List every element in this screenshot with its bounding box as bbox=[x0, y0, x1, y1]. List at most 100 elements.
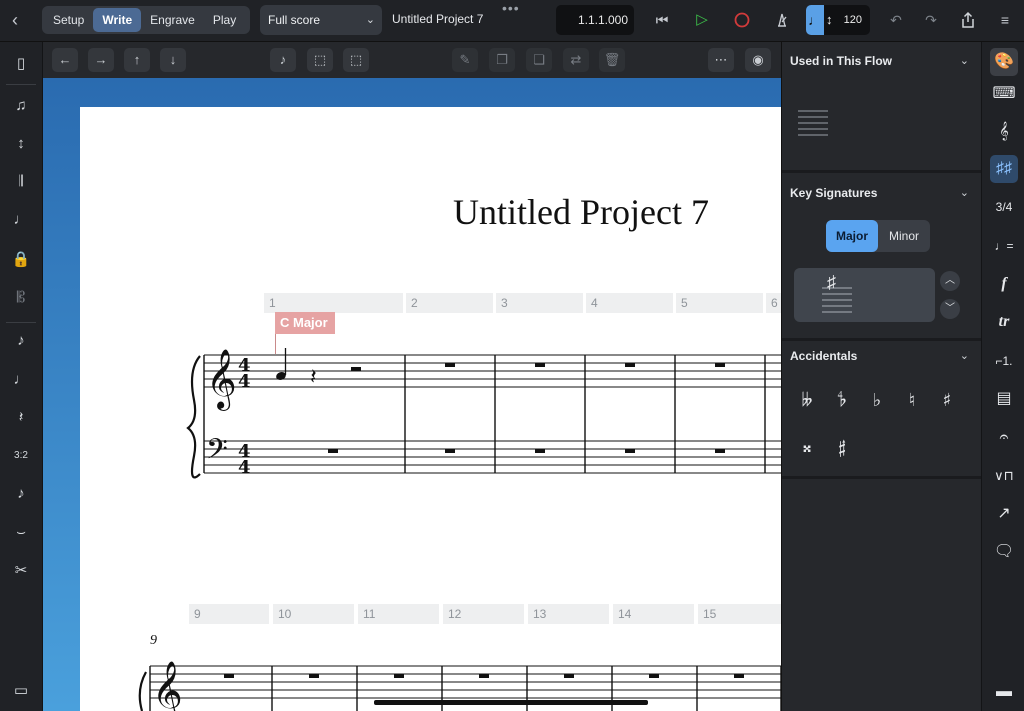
palette-icon[interactable]: 🎨 bbox=[990, 48, 1018, 76]
bowing-icon[interactable]: ∨⊓ bbox=[990, 462, 1018, 490]
note-input-caret-icon[interactable]: ♪ bbox=[270, 48, 296, 72]
double-sharp-icon[interactable]: 𝄪 bbox=[794, 436, 820, 457]
fermata-icon[interactable]: 𝄐 bbox=[990, 424, 1018, 452]
sharp-icon: ♯ bbox=[827, 272, 836, 292]
triple-flat-icon[interactable]: 𝄫 bbox=[794, 390, 820, 411]
menu-icon[interactable]: ≡ bbox=[994, 9, 1016, 31]
dotted-note-icon[interactable]: ♩ bbox=[8, 367, 34, 393]
clef-icon[interactable]: 𝄞 bbox=[990, 118, 1018, 146]
arrow-right-icon[interactable]: → bbox=[88, 48, 114, 72]
record-icon[interactable] bbox=[731, 9, 753, 31]
key-preview[interactable]: ♯ bbox=[794, 268, 935, 322]
more-options-icon[interactable]: ⋯ bbox=[708, 48, 734, 72]
bar-number: 10 bbox=[273, 604, 354, 624]
svg-text:𝄽: 𝄽 bbox=[310, 365, 317, 390]
repeat-ending-icon[interactable]: ⌐1. bbox=[990, 347, 1018, 375]
paste-icon[interactable]: ❏ bbox=[526, 48, 552, 72]
trill-icon[interactable]: tr bbox=[990, 308, 1018, 336]
major-button[interactable]: Major bbox=[826, 220, 878, 252]
mode-engrave-button[interactable]: Engrave bbox=[141, 8, 204, 32]
view-eye-icon[interactable]: ◉ bbox=[745, 48, 771, 72]
rest-icon[interactable]: 𝄽 bbox=[8, 405, 34, 431]
bar-number: 15 bbox=[698, 604, 781, 624]
add-note-icon[interactable]: ♫ bbox=[8, 93, 34, 119]
more-dots-icon[interactable]: ••• bbox=[502, 0, 520, 16]
right-tool-strip: 🎨 ⌨ 𝄞 ♯♯ 3/4 ♩= f tr ⌐1. ▤ 𝄐 ∨⊓ ↗ 🗨 ▬ bbox=[981, 42, 1024, 711]
mode-write-button[interactable]: Write bbox=[93, 8, 142, 32]
pitch-adjust-icon[interactable]: ↕ bbox=[8, 131, 34, 157]
clef-select-icon[interactable]: 𝄡 bbox=[8, 285, 34, 311]
triple-sharp-icon[interactable]: 𝄰 bbox=[829, 436, 855, 457]
flat-icon[interactable]: ♭ bbox=[864, 390, 890, 411]
score-system-1: 𝄞 𝄢 4 4 4 4 𝄽 bbox=[186, 348, 781, 479]
tempo-marking-icon[interactable]: ♩= bbox=[990, 232, 1018, 260]
signpost-edit-icon[interactable]: ✎ bbox=[452, 48, 478, 72]
svg-text:4: 4 bbox=[238, 457, 251, 478]
comment-icon[interactable]: 🗨 bbox=[990, 538, 1018, 566]
scissors-icon[interactable]: ✂ bbox=[8, 558, 34, 584]
bar-number: 12 bbox=[443, 604, 524, 624]
bar-number: 14 bbox=[613, 604, 694, 624]
score-title: Untitled Project 7 bbox=[453, 192, 709, 232]
chevron-up-icon[interactable]: ︿ bbox=[940, 271, 960, 291]
time-signature-icon[interactable]: 3/4 bbox=[990, 193, 1018, 221]
tie-icon[interactable]: ♩ bbox=[8, 207, 34, 233]
chevron-down-icon[interactable]: ⌄ bbox=[960, 349, 969, 362]
share-icon[interactable] bbox=[957, 9, 979, 31]
top-bar: ‹ Setup Write Engrave Play Full score ⌄ … bbox=[0, 0, 1024, 42]
key-signatures-header[interactable]: Key Signatures bbox=[790, 186, 877, 200]
tempo-display[interactable]: ♩ ↕ 120 bbox=[806, 5, 870, 35]
keyboard-icon[interactable]: ⌨ bbox=[990, 80, 1018, 108]
slur-icon[interactable]: ⌣ bbox=[8, 520, 34, 546]
chevron-down-icon[interactable]: ⌄ bbox=[960, 54, 969, 67]
svg-text:𝄞: 𝄞 bbox=[152, 661, 183, 711]
natural-icon[interactable]: ♮ bbox=[899, 390, 925, 411]
tremolo-icon[interactable]: 𝄂 bbox=[8, 169, 34, 195]
arrow-left-icon[interactable]: ← bbox=[52, 48, 78, 72]
empty-staff-icon[interactable] bbox=[798, 108, 828, 138]
tempo-value: 120 bbox=[843, 14, 862, 26]
used-in-flow-header[interactable]: Used in This Flow bbox=[790, 54, 892, 68]
bar-number: 3 bbox=[496, 293, 583, 313]
chevron-down-icon: ⌄ bbox=[365, 14, 375, 26]
rewind-to-start-icon[interactable]: ⏮ bbox=[651, 9, 673, 31]
key-signature-icon[interactable]: ♯♯ bbox=[990, 155, 1018, 183]
arrow-up-icon[interactable]: ↑ bbox=[124, 48, 150, 72]
properties-panel-icon[interactable]: ▬ bbox=[990, 678, 1018, 706]
sharp-icon[interactable]: ♯ bbox=[934, 390, 960, 411]
write-toolbar: ← → ↑ ↓ ♪ ⬚ ⬚ ✎ ❐ ❏ ⇄ 🗑 ⋯ ◉ bbox=[43, 42, 781, 78]
tuplet-icon[interactable]: 3:2 bbox=[8, 443, 34, 469]
dynamics-icon[interactable]: f bbox=[990, 270, 1018, 298]
select-extend-icon[interactable]: ⬚ bbox=[343, 48, 369, 72]
delete-icon[interactable]: 🗑 bbox=[599, 48, 625, 72]
keyboard-panel-icon[interactable]: ▭ bbox=[8, 678, 34, 704]
redo-icon[interactable]: ↷ bbox=[920, 9, 942, 31]
barline-icon[interactable]: ▤ bbox=[990, 385, 1018, 413]
add-grace-note-icon[interactable]: ♪ bbox=[8, 328, 34, 354]
line-icon[interactable]: ↗ bbox=[990, 500, 1018, 528]
chevron-down-icon[interactable]: ﹀ bbox=[940, 299, 960, 319]
bar-number: 11 bbox=[358, 604, 439, 624]
back-chevron-icon[interactable]: ‹ bbox=[12, 9, 32, 31]
minor-button[interactable]: Minor bbox=[878, 220, 930, 252]
mode-play-button[interactable]: Play bbox=[204, 8, 245, 32]
copy-icon[interactable]: ❐ bbox=[489, 48, 515, 72]
bar-number: 9 bbox=[189, 604, 269, 624]
metronome-icon[interactable] bbox=[771, 9, 793, 31]
layout-select[interactable]: Full score ⌄ bbox=[260, 5, 382, 35]
play-icon[interactable]: ▷ bbox=[691, 9, 713, 31]
mode-setup-button[interactable]: Setup bbox=[44, 8, 93, 32]
accidentals-header[interactable]: Accidentals bbox=[790, 349, 857, 363]
grace-note-icon[interactable]: ♪ bbox=[8, 481, 34, 507]
bar-number: 4 bbox=[586, 293, 673, 313]
sidebar-toggle-icon[interactable]: ▯ bbox=[8, 51, 34, 77]
select-add-icon[interactable]: ⬚ bbox=[307, 48, 333, 72]
lock-icon[interactable]: 🔒 bbox=[8, 247, 34, 273]
chevron-down-icon[interactable]: ⌄ bbox=[960, 186, 969, 199]
swap-icon[interactable]: ⇄ bbox=[563, 48, 589, 72]
arrow-down-icon[interactable]: ↓ bbox=[160, 48, 186, 72]
svg-text:𝄞: 𝄞 bbox=[206, 349, 237, 411]
key-signature-panel: Used in This Flow ⌄ Key Signatures ⌄ Maj… bbox=[781, 42, 982, 711]
double-flat-icon[interactable]: 𝄳 bbox=[829, 390, 855, 411]
undo-icon[interactable]: ↶ bbox=[885, 9, 907, 31]
